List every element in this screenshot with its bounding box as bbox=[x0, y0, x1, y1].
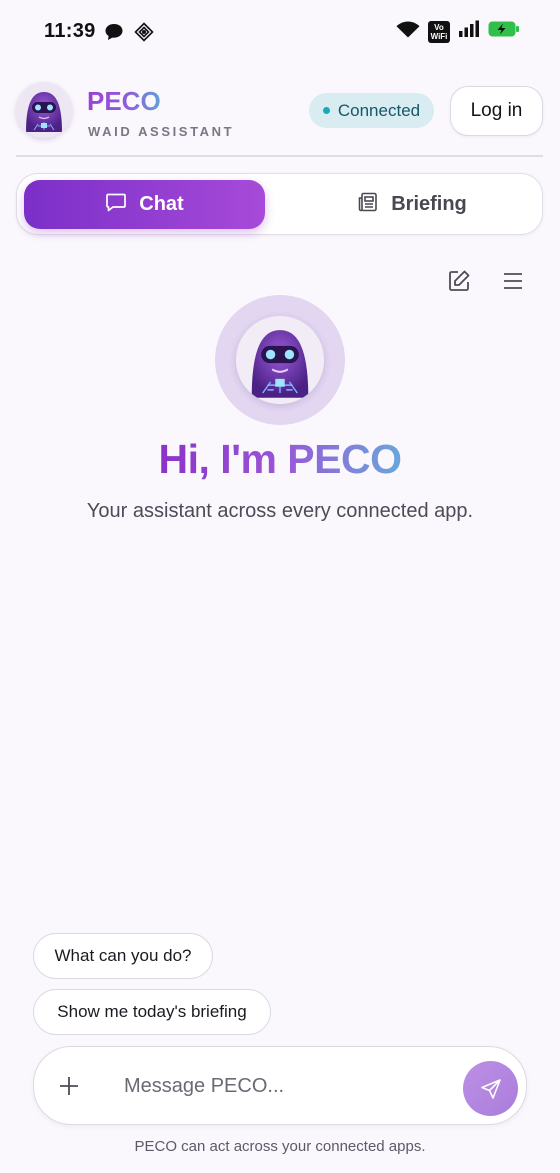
grid-app-icon bbox=[134, 22, 154, 47]
tab-briefing[interactable]: Briefing bbox=[287, 180, 537, 229]
menu-icon[interactable] bbox=[502, 270, 524, 292]
suggestion-chip[interactable]: Show me today's briefing bbox=[33, 989, 271, 1035]
send-button[interactable] bbox=[463, 1061, 518, 1116]
add-attachment-icon[interactable] bbox=[58, 1075, 80, 1097]
connection-status-badge: Connected bbox=[309, 93, 434, 128]
edit-icon[interactable] bbox=[447, 269, 471, 293]
status-bar: 11:39 Vo WiFi bbox=[0, 0, 560, 64]
tab-chat-label: Chat bbox=[139, 193, 184, 215]
send-icon bbox=[480, 1078, 501, 1099]
newspaper-icon bbox=[357, 191, 379, 219]
robot-icon bbox=[236, 316, 324, 404]
footer-note: PECO can act across your connected apps. bbox=[134, 1138, 426, 1155]
hero-avatar bbox=[236, 316, 324, 404]
login-button[interactable]: Log in bbox=[450, 86, 543, 136]
chat-icon bbox=[105, 191, 127, 219]
tab-chat[interactable]: Chat bbox=[24, 180, 265, 229]
wifi-icon bbox=[396, 20, 420, 43]
signal-icon bbox=[458, 20, 480, 43]
peco-avatar bbox=[16, 82, 72, 138]
suggestion-chip[interactable]: What can you do? bbox=[33, 933, 213, 979]
battery-charging-icon bbox=[488, 20, 520, 43]
tab-briefing-label: Briefing bbox=[391, 193, 467, 215]
status-dot-icon bbox=[322, 107, 330, 114]
vowifi-label-top: Vo bbox=[434, 22, 444, 32]
hero-greeting: Hi, I'm PECO bbox=[0, 436, 560, 483]
vowifi-icon: Vo WiFi bbox=[428, 20, 450, 43]
app-header: PECO WAID ASSISTANT Connected Log in bbox=[0, 80, 560, 156]
status-time: 11:39 bbox=[44, 20, 96, 42]
connection-status-label: Connected bbox=[337, 100, 421, 120]
message-composer bbox=[33, 1046, 527, 1125]
robot-icon bbox=[16, 82, 72, 138]
hero-tagline: Your assistant across every connected ap… bbox=[86, 500, 474, 522]
header-divider bbox=[16, 155, 543, 157]
vowifi-label-bottom: WiFi bbox=[430, 31, 448, 41]
tab-bar: Chat Briefing bbox=[16, 173, 543, 235]
brand-subtitle: WAID ASSISTANT bbox=[88, 124, 235, 139]
brand-name: PECO bbox=[87, 86, 161, 116]
chat-bubble-icon bbox=[104, 22, 124, 47]
hero-greeting-text: Hi, I'm PECO bbox=[158, 436, 402, 482]
message-input[interactable] bbox=[124, 1067, 454, 1105]
